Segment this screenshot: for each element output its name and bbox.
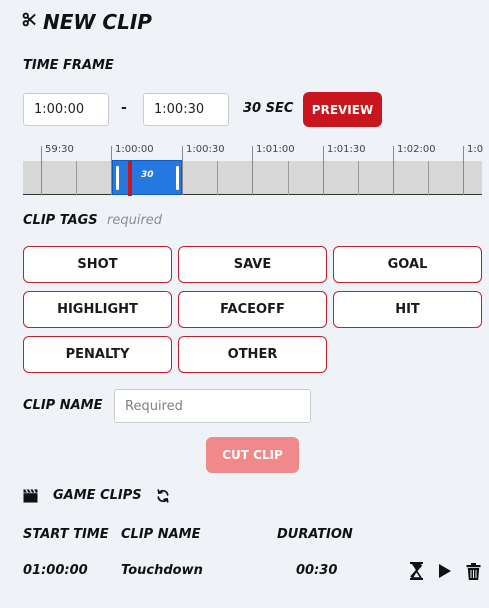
tag-shot-button[interactable]: SHOT [23,246,172,283]
duration-label: 30 SEC [243,101,294,116]
timeline-minor-tick [358,161,359,195]
timeline-tick [393,146,394,195]
start-time-field[interactable]: 1:00:00 [23,93,109,126]
trash-icon[interactable] [462,560,484,582]
timeline-tick [182,146,183,195]
clapperboard-icon [23,488,38,503]
clip-name-cell: Touchdown [121,563,203,578]
clip-name-input[interactable] [114,389,311,423]
timeline-tick [41,146,42,195]
timeline-tick-label: 1:02:00 [397,144,436,155]
timeline-tick-label: 1:00:30 [186,144,225,155]
tag-highlight-button[interactable]: HIGHLIGHT [23,291,172,328]
timeline-tick-label: 1:0 [467,144,484,155]
time-frame-label: TIME FRAME [23,58,114,73]
timeline-tick [323,146,324,195]
tag-goal-button[interactable]: GOAL [333,246,482,283]
clip-name-label: CLIP NAME [23,398,103,413]
timeline-tick-label: 1:01:00 [256,144,295,155]
timeline-minor-tick [76,161,77,195]
tag-save-button[interactable]: SAVE [178,246,327,283]
timeline-selection[interactable]: 30 [112,160,182,196]
game-clips-header: GAME CLIPS [23,488,170,503]
selection-end-handle[interactable] [176,166,179,190]
tag-hit-button[interactable]: HIT [333,291,482,328]
clip-duration: 00:30 [296,563,338,578]
timeline-tick [463,146,464,195]
selection-start-handle[interactable] [116,166,119,190]
game-clips-label: GAME CLIPS [53,488,142,503]
clip-tags-required-hint: required [107,213,163,228]
refresh-icon[interactable] [156,488,170,503]
timeline-minor-tick [288,161,289,195]
column-header-clip-name: CLIP NAME [121,527,201,542]
clip-tags-label: CLIP TAGS [23,213,98,228]
tag-penalty-button[interactable]: PENALTY [23,336,172,373]
timeline-minor-tick [428,161,429,195]
column-header-start-time: START TIME [23,527,109,542]
selection-duration: 30 [141,170,154,180]
timeline-minor-tick [217,161,218,195]
timeline-tick-label: 1:01:30 [327,144,366,155]
timeline-tick [252,146,253,195]
play-icon[interactable] [434,560,456,582]
end-time-field[interactable]: 1:00:30 [143,93,229,126]
tag-faceoff-button[interactable]: FACEOFF [178,291,327,328]
clip-start-time: 01:00:00 [23,563,88,578]
scissors-icon [22,12,37,32]
page-title: NEW CLIP [43,10,152,34]
column-header-duration: DURATION [277,527,353,542]
timeline-tick-label: 59:30 [45,144,74,155]
timeline[interactable]: 59:30 1:00:00 1:00:30 1:01:00 1:01:30 1:… [23,140,484,196]
page-title-row: NEW CLIP [22,10,152,34]
cut-clip-button[interactable]: CUT CLIP [206,437,299,473]
time-separator: - [121,100,127,116]
playhead[interactable] [128,161,132,196]
tag-other-button[interactable]: OTHER [178,336,327,373]
preview-button[interactable]: PREVIEW [303,92,382,127]
hourglass-icon[interactable] [405,560,427,582]
timeline-tick-label: 1:00:00 [115,144,154,155]
